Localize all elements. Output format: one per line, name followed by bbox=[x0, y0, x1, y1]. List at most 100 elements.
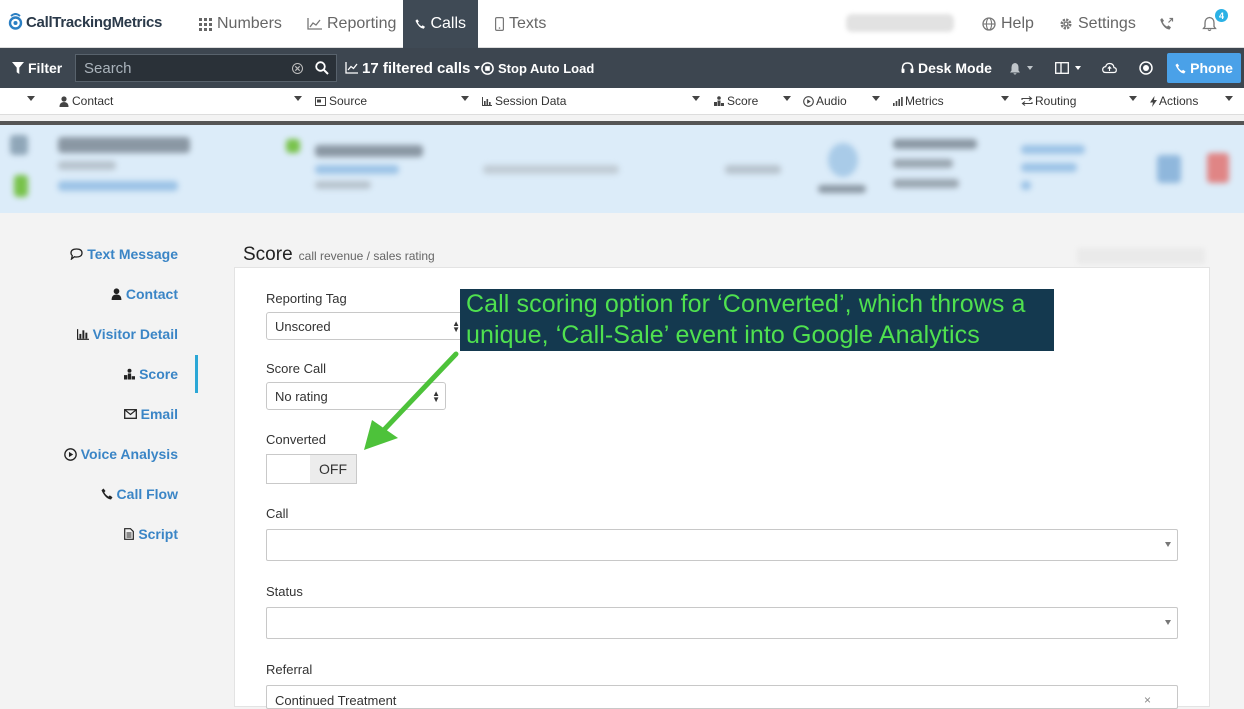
audio-player bbox=[828, 143, 858, 177]
cloud-sync-button[interactable] bbox=[1102, 48, 1121, 88]
chevron-down-icon[interactable] bbox=[872, 96, 880, 101]
filtered-calls-dropdown[interactable]: 17 filtered calls bbox=[345, 48, 481, 88]
phone-button[interactable]: Phone bbox=[1167, 53, 1241, 83]
nav-notifications[interactable] bbox=[1190, 0, 1234, 48]
caller-number bbox=[58, 161, 116, 170]
signal-bars-icon bbox=[893, 96, 903, 106]
phone-icon bbox=[101, 488, 113, 500]
action-edit-icon[interactable] bbox=[1157, 155, 1181, 183]
up-down-arrows-icon: ▲ ▼ bbox=[452, 319, 460, 334]
side-menu-text-message[interactable]: Text Message bbox=[70, 246, 178, 262]
nav-help[interactable]: Help bbox=[970, 0, 1046, 48]
column-actions[interactable]: Actions bbox=[1150, 88, 1198, 114]
chevron-down-icon[interactable] bbox=[1225, 96, 1233, 101]
chevron-down-icon[interactable] bbox=[1001, 96, 1009, 101]
side-menu-email-label: Email bbox=[140, 406, 178, 422]
app-logo[interactable]: CallTrackingMetrics bbox=[8, 13, 162, 31]
side-menu-score[interactable]: Score bbox=[124, 366, 178, 382]
routing-line-2 bbox=[1021, 163, 1077, 172]
user-icon bbox=[111, 288, 122, 300]
nav-settings[interactable]: Settings bbox=[1047, 0, 1148, 48]
chevron-down-icon bbox=[474, 66, 481, 70]
globe-icon bbox=[982, 17, 996, 31]
action-delete-icon[interactable] bbox=[1207, 153, 1229, 183]
clear-icon[interactable] bbox=[292, 63, 303, 74]
play-circle-icon bbox=[803, 95, 814, 107]
search-input[interactable] bbox=[84, 59, 284, 77]
section-header-actions[interactable] bbox=[1077, 248, 1205, 264]
bell-icon bbox=[1010, 62, 1020, 75]
user-account-name[interactable] bbox=[846, 14, 954, 32]
routing-line-3 bbox=[1021, 181, 1031, 190]
podium-icon bbox=[124, 368, 136, 380]
nav-texts[interactable]: Texts bbox=[483, 0, 558, 48]
column-actions-label: Actions bbox=[1159, 94, 1199, 108]
record-icon bbox=[1139, 61, 1153, 75]
funnel-icon bbox=[12, 62, 24, 74]
alerts-dropdown[interactable] bbox=[1009, 48, 1033, 88]
stop-auto-load-button[interactable]: Stop Auto Load bbox=[481, 48, 594, 88]
reporting-tag-value: Unscored bbox=[275, 318, 331, 334]
reporting-tag-select[interactable]: Unscored ▲ ▼ bbox=[266, 312, 466, 340]
record-button[interactable] bbox=[1139, 48, 1157, 88]
column-session-data-label: Session Data bbox=[495, 94, 567, 108]
phone-icon bbox=[415, 19, 426, 29]
grid-icon bbox=[199, 17, 212, 31]
side-menu-script-label: Script bbox=[138, 526, 178, 542]
side-menu-voice-analysis[interactable]: Voice Analysis bbox=[63, 446, 178, 462]
side-menu-visitor-detail-label: Visitor Detail bbox=[92, 326, 178, 342]
nav-numbers[interactable]: Numbers bbox=[187, 0, 294, 48]
nav-phone-status[interactable] bbox=[1147, 0, 1191, 48]
side-menu-email[interactable]: Email bbox=[123, 406, 178, 422]
chevron-down-icon[interactable] bbox=[692, 96, 700, 101]
search-icon[interactable] bbox=[315, 61, 329, 75]
phone-button-label: Phone bbox=[1190, 60, 1233, 76]
filter-toolbar: Filter 17 filtered calls Stop Auto Load … bbox=[0, 48, 1244, 88]
referral-select[interactable]: Continued Treatment × bbox=[266, 685, 1178, 709]
mobile-icon bbox=[495, 17, 504, 31]
chart-icon bbox=[307, 18, 322, 30]
nav-reporting[interactable]: Reporting bbox=[295, 0, 408, 48]
referral-label: Referral bbox=[266, 662, 313, 677]
column-score[interactable]: Score bbox=[714, 88, 758, 114]
side-menu-script[interactable]: Script bbox=[124, 526, 178, 542]
chevron-down-icon[interactable] bbox=[783, 96, 791, 101]
column-contact[interactable]: Contact bbox=[59, 88, 113, 114]
call-select[interactable] bbox=[266, 529, 1178, 561]
converted-toggle-state: OFF bbox=[310, 455, 356, 483]
columns-dropdown[interactable] bbox=[1055, 48, 1081, 88]
bar-chart-icon bbox=[482, 96, 492, 106]
column-source[interactable]: Source bbox=[315, 88, 367, 114]
filter-label: Filter bbox=[28, 60, 63, 76]
chevron-down-icon[interactable] bbox=[294, 96, 302, 101]
routing-line-1 bbox=[1021, 145, 1085, 154]
column-metrics[interactable]: Metrics bbox=[893, 88, 944, 114]
side-menu-score-label: Score bbox=[139, 366, 178, 382]
status-select[interactable] bbox=[266, 607, 1178, 639]
desk-mode-button[interactable]: Desk Mode bbox=[901, 48, 992, 88]
metrics-line-3 bbox=[893, 179, 959, 188]
session-data bbox=[483, 165, 619, 174]
converted-toggle[interactable]: OFF bbox=[266, 454, 357, 484]
column-source-label: Source bbox=[329, 94, 368, 108]
section-subtitle: call revenue / sales rating bbox=[298, 249, 435, 263]
side-menu-contact[interactable]: Contact bbox=[111, 286, 178, 302]
column-audio[interactable]: Audio bbox=[803, 88, 847, 114]
side-menu-visitor-detail[interactable]: Visitor Detail bbox=[76, 326, 178, 342]
chevron-down-icon[interactable] bbox=[461, 96, 469, 101]
call-direction-icon bbox=[10, 135, 28, 155]
column-routing[interactable]: Routing bbox=[1021, 88, 1076, 114]
column-metrics-label: Metrics bbox=[905, 94, 944, 108]
clear-icon[interactable]: × bbox=[1144, 693, 1151, 707]
chevron-down-icon bbox=[1027, 66, 1033, 70]
side-menu-call-flow[interactable]: Call Flow bbox=[101, 486, 178, 502]
chevron-down-icon[interactable] bbox=[1129, 96, 1137, 101]
chevron-down-icon[interactable] bbox=[27, 96, 35, 101]
selected-call-row[interactable] bbox=[0, 125, 1244, 213]
filter-button[interactable]: Filter bbox=[12, 48, 62, 88]
nav-calls-label: Calls bbox=[430, 15, 466, 32]
user-icon bbox=[59, 95, 69, 107]
column-session-data[interactable]: Session Data bbox=[482, 88, 566, 114]
nav-calls[interactable]: Calls bbox=[403, 0, 478, 48]
audio-duration bbox=[818, 185, 866, 193]
